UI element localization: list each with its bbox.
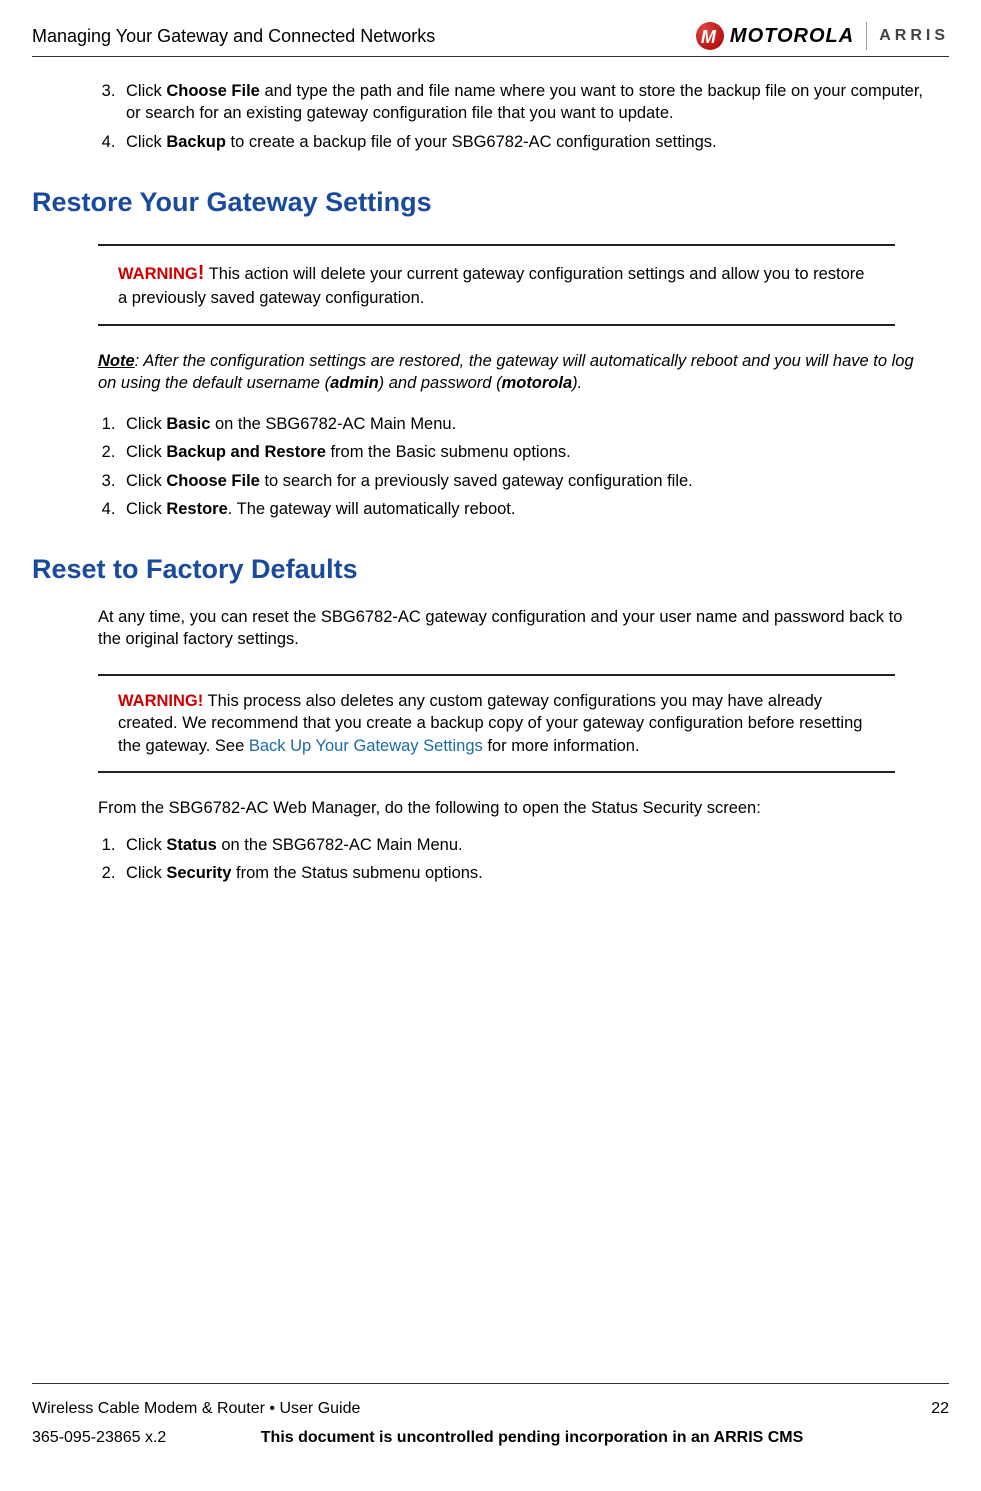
step-3: Click Choose File and type the path and … [120,77,927,128]
warning-text: This action will delete your current gat… [118,265,864,307]
restore-step-2: Click Backup and Restore from the Basic … [120,438,927,466]
restore-steps: Click Basic on the SBG6782-AC Main Menu.… [86,410,949,523]
footer-page-number: 22 [931,1398,949,1420]
restore-heading: Restore Your Gateway Settings [32,184,949,220]
warning-label: WARNING! [118,692,203,710]
restore-step-4: Click Restore. The gateway will automati… [120,495,927,523]
restore-step-1: Click Basic on the SBG6782-AC Main Menu. [120,410,927,438]
footer-divider [32,1383,949,1384]
continued-step-list: Click Choose File and type the path and … [86,77,949,156]
footer-guide-title: Wireless Cable Modem & Router • User Gui… [32,1398,360,1420]
warning-label: WARNING [118,265,198,283]
restore-note: Note: After the configuration settings a… [98,350,927,395]
reset-step-2: Click Security from the Status submenu o… [120,859,927,887]
reset-heading: Reset to Factory Defaults [32,551,949,587]
reset-warning-box: WARNING! This process also deletes any c… [98,674,895,773]
reset-steps: Click Status on the SBG6782-AC Main Menu… [86,831,949,888]
header-logos: MOTOROLA ARRIS [696,22,949,50]
motorola-logo: MOTOROLA [696,22,854,50]
page-footer: Wireless Cable Modem & Router • User Gui… [32,1383,949,1449]
motorola-text: MOTOROLA [730,23,854,50]
footer-doc-number: 365-095-23865 x.2 [32,1429,166,1446]
reset-step-1: Click Status on the SBG6782-AC Main Menu… [120,831,927,859]
restore-step-3: Click Choose File to search for a previo… [120,467,927,495]
backup-settings-link[interactable]: Back Up Your Gateway Settings [249,737,483,755]
footer-notice: This document is uncontrolled pending in… [261,1429,804,1446]
warning-text-2: for more information. [483,737,640,755]
page-header: Managing Your Gateway and Connected Netw… [32,22,949,57]
reset-intro: At any time, you can reset the SBG6782-A… [98,606,927,651]
arris-logo: ARRIS [879,25,949,47]
note-lead: Note [98,352,135,370]
motorola-batwing-icon [696,22,724,50]
header-title: Managing Your Gateway and Connected Netw… [32,24,435,48]
restore-warning-box: WARNING! This action will delete your cu… [98,244,895,325]
step-4: Click Backup to create a backup file of … [120,128,927,156]
reset-lead-in: From the SBG6782-AC Web Manager, do the … [98,797,927,819]
logo-divider [866,22,867,50]
